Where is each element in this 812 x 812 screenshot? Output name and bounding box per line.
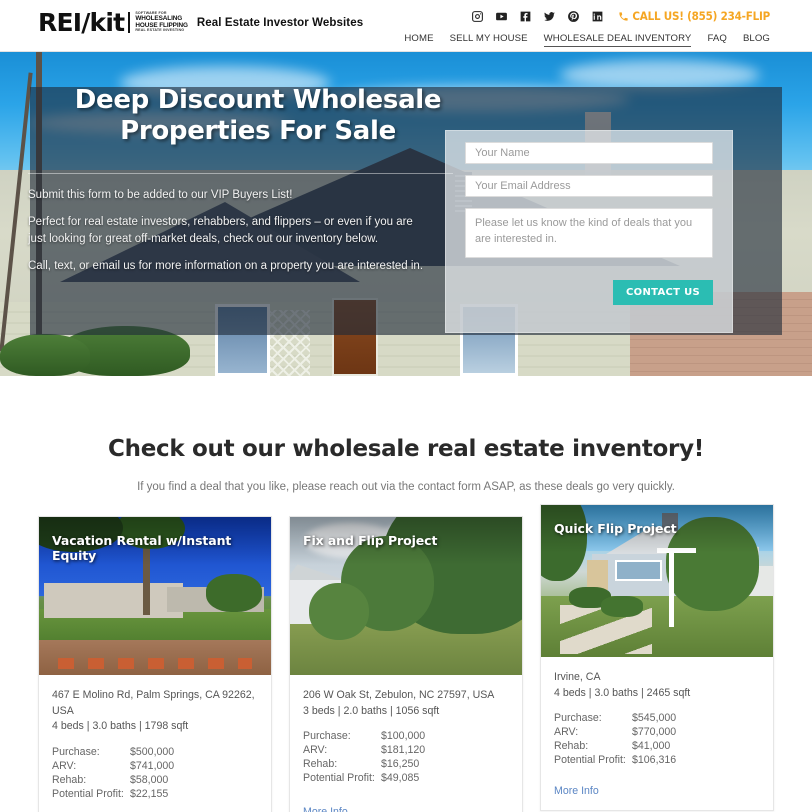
more-info-link[interactable]: More Info bbox=[541, 766, 773, 810]
name-input[interactable] bbox=[465, 142, 713, 164]
profit-label: Potential Profit: bbox=[303, 772, 375, 785]
property-label: Fix and Flip Project bbox=[303, 533, 438, 548]
call-us-link[interactable]: CALL US! (855) 234-FLIP bbox=[618, 9, 770, 23]
property-details: 206 W Oak St, Zebulon, NC 27597, USA 3 b… bbox=[290, 675, 522, 784]
call-us-label: CALL US! (855) 234-FLIP bbox=[632, 9, 770, 23]
profit-value: $49,085 bbox=[381, 772, 420, 785]
profit-label: Potential Profit: bbox=[554, 754, 626, 767]
youtube-icon[interactable] bbox=[495, 10, 508, 23]
property-card-list: Vacation Rental w/Instant Equity 467 E M… bbox=[0, 504, 812, 812]
purchase-value: $545,000 bbox=[632, 712, 677, 725]
property-photo: Fix and Flip Project bbox=[290, 517, 522, 675]
pinterest-icon[interactable] bbox=[567, 10, 580, 23]
hero-section: Deep Discount Wholesale Properties For S… bbox=[0, 52, 812, 376]
hero-title: Deep Discount Wholesale Properties For S… bbox=[63, 85, 453, 147]
purchase-label: Purchase: bbox=[303, 730, 351, 743]
property-label: Quick Flip Project bbox=[554, 521, 677, 536]
purchase-value: $100,000 bbox=[381, 730, 426, 743]
profit-label: Potential Profit: bbox=[52, 788, 124, 801]
property-card[interactable]: Quick Flip Project Irvine, CA 4 beds | 3… bbox=[540, 504, 774, 812]
inventory-section: Check out our wholesale real estate inve… bbox=[0, 436, 812, 812]
contact-form: CONTACT US bbox=[445, 130, 733, 333]
property-specs: 4 beds | 3.0 baths | 2465 sqft bbox=[554, 686, 691, 699]
site-header: REI/kit SOFTWARE FOR WHOLESALING HOUSE F… bbox=[0, 0, 812, 52]
twitter-icon[interactable] bbox=[543, 10, 556, 23]
main-nav: HOME SELL MY HOUSE WHOLESALE DEAL INVENT… bbox=[404, 33, 770, 47]
arv-value: $741,000 bbox=[130, 760, 175, 773]
hero-title-line-1: Deep Discount Wholesale bbox=[74, 85, 442, 115]
profit-value: $22,155 bbox=[130, 788, 169, 801]
phone-icon bbox=[619, 11, 629, 21]
arv-value: $770,000 bbox=[632, 726, 677, 739]
logo-tagline: Real Estate Investor Websites bbox=[196, 16, 364, 29]
message-textarea[interactable] bbox=[465, 208, 713, 258]
nav-item-faq[interactable]: FAQ bbox=[707, 33, 727, 47]
property-details: 467 E Molino Rd, Palm Springs, CA 92262,… bbox=[39, 675, 271, 800]
hero-paragraph-3: Call, text, or email us for more informa… bbox=[28, 259, 424, 272]
header-right: CALL US! (855) 234-FLIP HOME SELL MY HOU… bbox=[404, 8, 770, 47]
property-financials: Purchase: $545,000 ARV: $770,000 Rehab: … bbox=[554, 712, 760, 766]
property-photo: Vacation Rental w/Instant Equity bbox=[39, 517, 271, 675]
property-address: 467 E Molino Rd, Palm Springs, CA 92262,… bbox=[52, 689, 255, 717]
rehab-label: Rehab: bbox=[52, 774, 87, 787]
purchase-label: Purchase: bbox=[52, 746, 100, 759]
rehab-label: Rehab: bbox=[554, 740, 589, 753]
property-card[interactable]: Vacation Rental w/Instant Equity 467 E M… bbox=[38, 516, 272, 812]
site-logo[interactable]: REI/kit SOFTWARE FOR WHOLESALING HOUSE F… bbox=[38, 10, 363, 35]
profit-value: $106,316 bbox=[632, 754, 677, 767]
hero-paragraph-2: Perfect for real estate investors, rehab… bbox=[28, 216, 413, 245]
property-financials: Purchase: $100,000 ARV: $181,120 Rehab: … bbox=[303, 730, 509, 784]
property-details: Irvine, CA 4 beds | 3.0 baths | 2465 sqf… bbox=[541, 657, 773, 766]
purchase-value: $500,000 bbox=[130, 746, 175, 759]
email-input[interactable] bbox=[465, 175, 713, 197]
hero-paragraph-1: Submit this form to be added to our VIP … bbox=[28, 189, 293, 201]
property-label: Vacation Rental w/Instant Equity bbox=[52, 533, 232, 563]
contact-us-button[interactable]: CONTACT US bbox=[613, 280, 713, 305]
inventory-subtitle: If you find a deal that you like, please… bbox=[137, 481, 675, 493]
property-card[interactable]: Fix and Flip Project 206 W Oak St, Zebul… bbox=[289, 516, 523, 812]
logo-wordmark: REI/kit bbox=[38, 8, 125, 37]
rehab-value: $16,250 bbox=[381, 758, 420, 771]
instagram-icon[interactable] bbox=[471, 10, 484, 23]
logo-badge: SOFTWARE FOR WHOLESALING HOUSE FLIPPING … bbox=[128, 11, 188, 33]
arv-label: ARV: bbox=[554, 726, 579, 739]
nav-item-blog[interactable]: BLOG bbox=[743, 33, 770, 47]
purchase-label: Purchase: bbox=[554, 712, 602, 725]
rehab-label: Rehab: bbox=[303, 758, 338, 771]
facebook-icon[interactable] bbox=[519, 10, 532, 23]
nav-item-home[interactable]: HOME bbox=[404, 33, 433, 47]
arv-label: ARV: bbox=[52, 760, 77, 773]
rehab-value: $41,000 bbox=[632, 740, 671, 753]
nav-item-wholesale-deal-inventory[interactable]: WHOLESALE DEAL INVENTORY bbox=[543, 33, 692, 47]
arv-value: $181,120 bbox=[381, 744, 426, 757]
logo-badge-line-3: REAL ESTATE INVESTING bbox=[135, 28, 185, 33]
social-links: CALL US! (855) 234-FLIP bbox=[471, 8, 770, 24]
property-photo: Quick Flip Project bbox=[541, 505, 773, 657]
inventory-title: Check out our wholesale real estate inve… bbox=[108, 436, 704, 462]
more-info-link[interactable]: More Info bbox=[39, 800, 271, 812]
more-info-link[interactable]: More Info bbox=[290, 784, 522, 812]
property-financials: Purchase: $500,000 ARV: $741,000 Rehab: … bbox=[52, 746, 258, 800]
rehab-value: $58,000 bbox=[130, 774, 169, 787]
nav-item-sell-my-house[interactable]: SELL MY HOUSE bbox=[450, 33, 528, 47]
hero-copy: Submit this form to be added to our VIP … bbox=[28, 187, 428, 285]
property-specs: 4 beds | 3.0 baths | 1798 sqft bbox=[52, 720, 189, 733]
linkedin-icon[interactable] bbox=[591, 10, 604, 23]
hero-divider bbox=[28, 173, 453, 174]
property-address: Irvine, CA bbox=[554, 671, 601, 683]
hero-title-line-2: Properties For Sale bbox=[120, 116, 396, 147]
arv-label: ARV: bbox=[303, 744, 328, 757]
property-specs: 3 beds | 2.0 baths | 1056 sqft bbox=[303, 704, 440, 717]
property-address: 206 W Oak St, Zebulon, NC 27597, USA bbox=[303, 689, 495, 701]
